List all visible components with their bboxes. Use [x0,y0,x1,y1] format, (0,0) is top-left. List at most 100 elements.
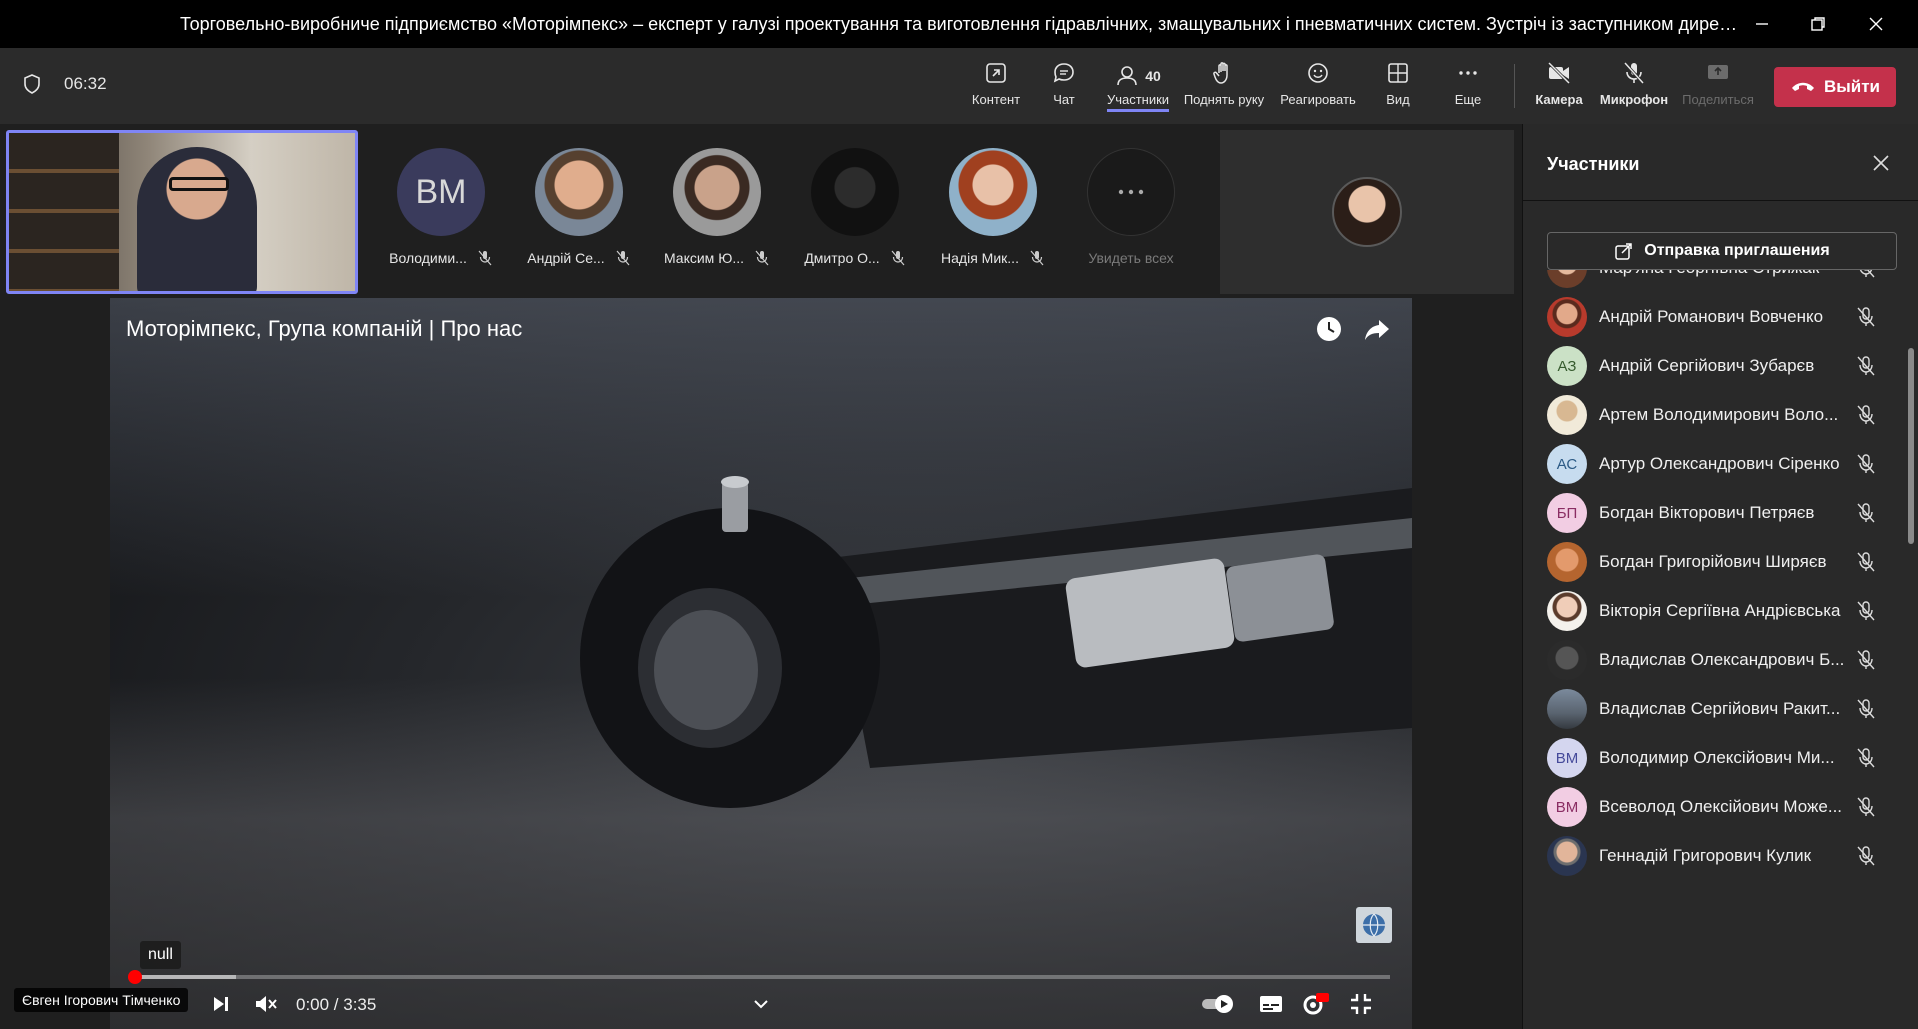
ellipsis-icon [1087,148,1175,236]
share-icon [1615,243,1632,260]
chevron-down-icon[interactable] [746,989,776,1019]
presenter-caption: Євген Ігорович Тімченко [14,988,189,1012]
see-all-button[interactable]: Увидеть всех [1071,148,1191,266]
participant-thumb[interactable]: ВМ Володими... [381,148,501,266]
list-item[interactable]: Богдан Григорійович Ширяєв [1547,540,1903,584]
mic-off-icon [1857,405,1875,425]
timer-text: 06:32 [64,74,107,93]
hand-icon [1213,62,1228,84]
people-icon [1117,66,1138,86]
camera-button[interactable]: Камера [1530,60,1588,120]
mic-off-icon [1857,601,1875,621]
view-button[interactable]: Вид [1372,60,1424,120]
mic-off-icon [1857,748,1875,768]
participants-panel: Участники Отправка приглашения Мар'яна Г… [1522,124,1918,1029]
participant-thumb[interactable]: Андрій Се... [519,148,639,266]
share-button[interactable]: Поделиться [1680,60,1756,120]
camera-off-icon [1547,61,1571,85]
mic-off-icon [1857,797,1875,817]
chat-button[interactable]: Чат [1034,60,1094,120]
minimize-icon [1756,23,1768,25]
mic-off-icon [755,250,769,266]
thumb-name: Володими... [389,250,493,266]
mute-button[interactable] [250,989,280,1019]
share-tray-icon [1708,65,1728,79]
thumb-name: Дмитро О... [804,250,905,266]
microphone-button[interactable]: Микрофон [1596,60,1672,120]
close-window-button[interactable] [1848,0,1904,48]
thumb-name: Надія Мик... [941,250,1045,266]
mic-off-icon [1857,307,1875,327]
avatar: ВМ [1547,787,1587,827]
avatar [949,148,1037,236]
shared-video[interactable]: Моторімпекс, Група компаній | Про нас nu… [110,298,1412,1029]
list-item[interactable]: Владислав Олександрович Б... [1547,638,1903,682]
video-time: 0:00 / 3:35 [296,995,377,1014]
list-item[interactable]: БП Богдан Вікторович Петряєв [1547,491,1903,535]
window-title: Торговельно-виробниче підприємство «Мото… [180,14,1740,34]
avatar: ВМ [397,148,485,236]
avatar: ВМ [1547,738,1587,778]
mic-off-icon [1030,250,1044,266]
avatar: БП [1547,493,1587,533]
participant-thumb[interactable]: Дмитро О... [795,148,915,266]
list-item[interactable]: АЗ Андрій Сергійович Зубарєв [1547,344,1903,388]
avatar [1547,836,1587,876]
close-panel-button[interactable] [1870,152,1892,174]
autoplay-toggle[interactable] [1200,989,1240,1019]
list-item[interactable]: Артем Володимирович Воло... [1547,393,1903,437]
window-titlebar: Торговельно-виробниче підприємство «Мото… [0,0,1918,48]
react-button[interactable]: Реагировать [1276,60,1360,120]
list-item[interactable]: Мар'яна Георгіївна Стрижак [1547,270,1903,290]
list-item[interactable]: Геннадій Григорович Кулик [1547,834,1903,878]
subtitles-button[interactable] [1256,989,1286,1019]
mic-off-icon [1857,846,1875,866]
mic-off-icon [478,250,492,266]
participant-tile-large[interactable] [1220,130,1514,294]
participant-thumb[interactable]: Надія Мик... [933,148,1053,266]
minimize-button[interactable] [1734,0,1790,48]
avatar [535,148,623,236]
avatar: АЗ [1547,346,1587,386]
share-arrow-button[interactable] [1362,314,1392,344]
mic-off-icon [1623,61,1645,85]
globe-icon [1363,913,1385,937]
list-item[interactable]: Вікторія Сергіївна Андрієвська [1547,589,1903,633]
exit-fullscreen-button[interactable] [1346,989,1376,1019]
mic-off-icon [1857,356,1875,376]
watch-later-button[interactable] [1314,314,1344,344]
send-invite-button[interactable]: Отправка приглашения [1547,232,1897,270]
leave-button[interactable]: Выйти [1774,67,1896,107]
chat-icon [1053,63,1074,83]
progress-tooltip: null [140,941,181,969]
meeting-timer: 06:32 [22,73,107,95]
participants-list[interactable]: Мар'яна Георгіївна Стрижак Андрій Романо… [1523,270,1903,1029]
participants-button-top: 40 [1115,60,1161,92]
restore-icon [1811,17,1825,31]
video-progress-bar[interactable] [128,970,1390,984]
thumb-name: Андрій Се... [527,250,630,266]
raise-hand-button[interactable]: Поднять руку [1180,60,1268,120]
mic-off-icon [1857,552,1875,572]
mic-off-icon [1857,699,1875,719]
glasses [169,177,229,191]
list-item[interactable]: АС Артур Олександрович Сіренко [1547,442,1903,486]
content-button[interactable]: Контент [966,60,1026,120]
next-button[interactable] [206,989,236,1019]
mic-off-icon [891,250,905,266]
list-item[interactable]: Андрій Романович Вовченко [1547,295,1903,339]
scrubber-handle[interactable] [128,970,142,984]
mic-off-icon [1859,270,1875,278]
self-video-tile[interactable] [6,130,358,294]
phone-hangup-icon [1791,82,1814,91]
restore-button[interactable] [1790,0,1846,48]
list-item[interactable]: ВМ Всеволод Олексійович Може... [1547,785,1903,829]
settings-hd-button[interactable] [1300,989,1330,1019]
more-button[interactable]: Еще [1442,60,1494,120]
participants-button[interactable]: 40 Участники [1104,60,1172,120]
panel-scrollbar[interactable] [1908,348,1914,544]
list-item[interactable]: ВМ Володимир Олексійович Ми... [1547,736,1903,780]
participant-thumb[interactable]: Максим Ю... [657,148,777,266]
participants-count: 40 [1145,68,1161,84]
list-item[interactable]: Владислав Сергійович Ракит... [1547,687,1903,731]
